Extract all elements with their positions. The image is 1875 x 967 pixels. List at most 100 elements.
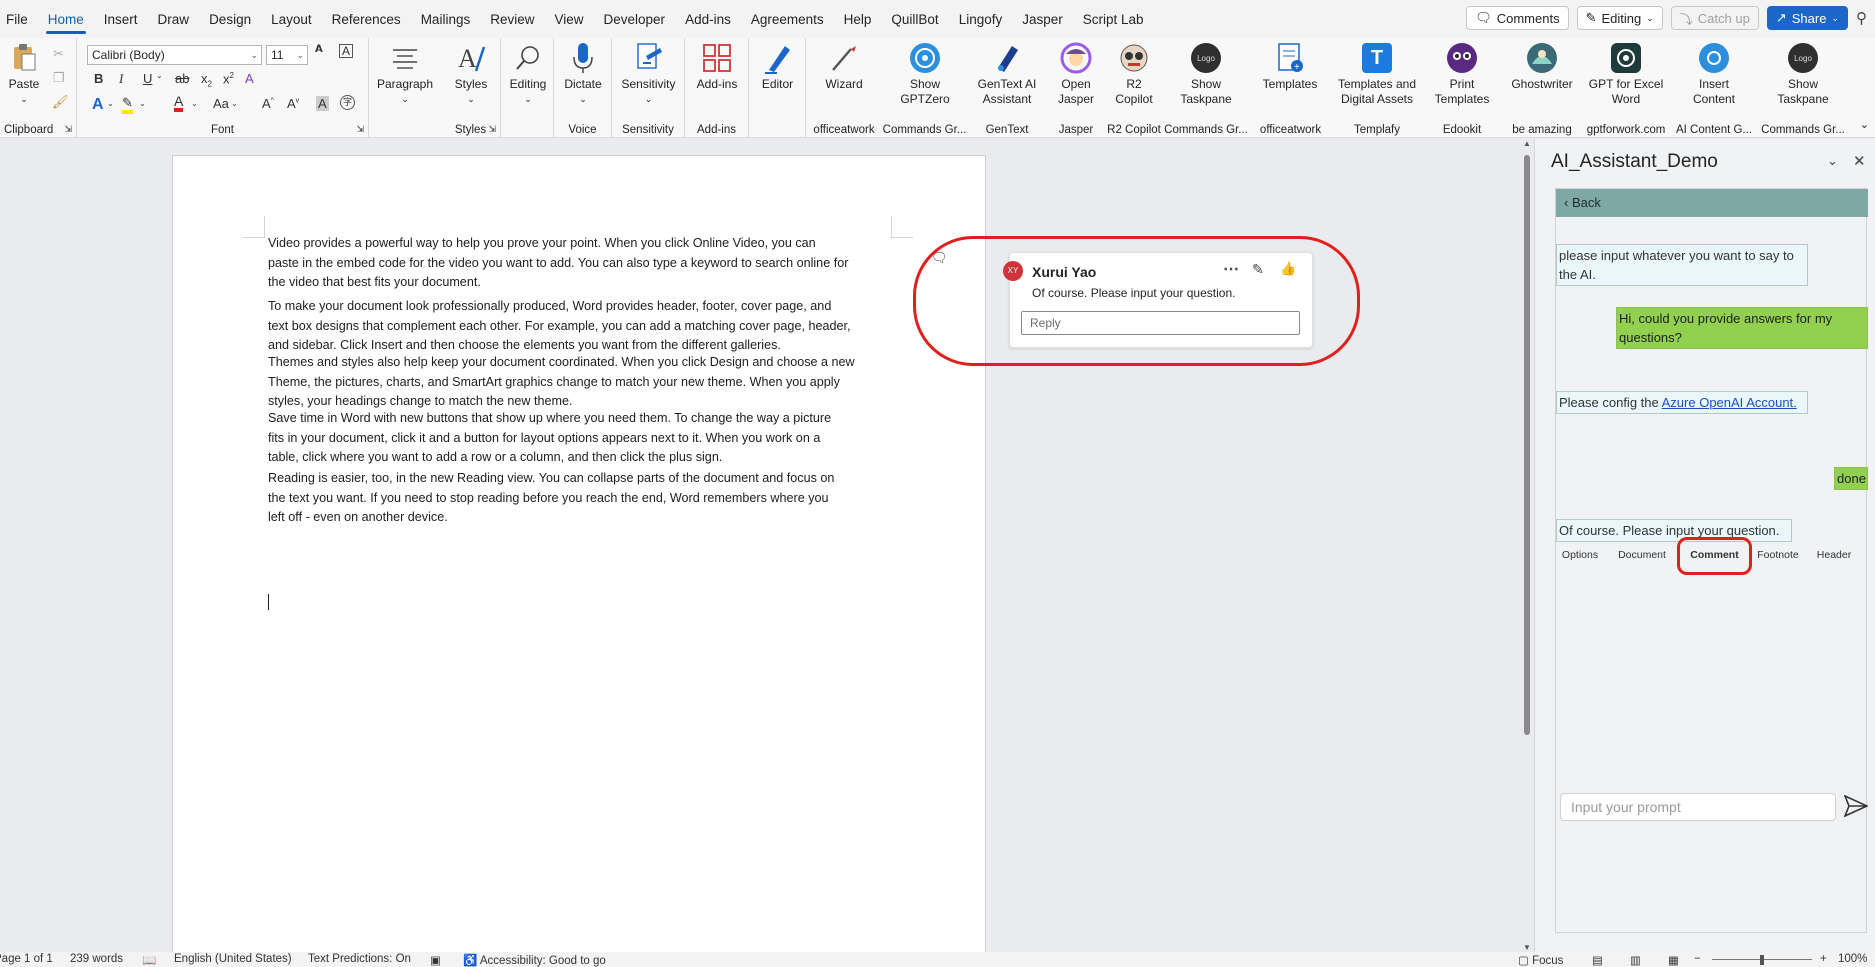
tab-insert[interactable]: Insert xyxy=(94,0,148,38)
tab-agreements[interactable]: Agreements xyxy=(741,0,834,38)
language-status[interactable]: English (United States) xyxy=(174,953,292,965)
chevron-down-icon[interactable]: ⌄ xyxy=(231,99,238,108)
show-taskpane-button-1[interactable]: Logo Show Taskpane xyxy=(1171,42,1241,107)
dialog-launcher-icon[interactable]: ⇲ xyxy=(488,124,496,135)
clear-format-icon[interactable]: A xyxy=(339,44,354,58)
web-layout-icon[interactable]: ▦ xyxy=(1668,953,1679,967)
zoom-out-icon[interactable]: − xyxy=(1694,953,1701,965)
tab-lingofy[interactable]: Lingofy xyxy=(949,0,1013,38)
document-scrollbar[interactable]: ▲ ▼ xyxy=(1520,139,1534,952)
comments-button[interactable]: 🗨 Comments xyxy=(1466,6,1569,30)
copy-icon[interactable]: ❐ xyxy=(53,70,65,86)
ribbon-collapse-icon[interactable]: ⌄ xyxy=(1860,118,1869,131)
chevron-down-icon[interactable]: ⌄ xyxy=(107,99,114,108)
document-paragraph[interactable]: Reading is easier, too, in the new Readi… xyxy=(268,469,1068,528)
sensitivity-button[interactable]: Sensitivity ⌄ xyxy=(614,42,683,107)
superscript-icon[interactable]: x2 xyxy=(223,71,234,86)
scroll-up-icon[interactable]: ▲ xyxy=(1523,139,1531,148)
read-mode-icon[interactable]: ▤ xyxy=(1592,953,1603,967)
chevron-down-icon[interactable]: ⌄ xyxy=(1827,153,1838,169)
editing-mode-button[interactable]: ✎ Editing ⌄ xyxy=(1576,6,1663,30)
scrollbar-thumb[interactable] xyxy=(1524,155,1530,735)
ghostwriter-button[interactable]: Ghostwriter xyxy=(1508,42,1576,92)
tab-references[interactable]: References xyxy=(322,0,411,38)
dictate-button[interactable]: Dictate ⌄ xyxy=(556,42,610,107)
zoom-level[interactable]: 100% xyxy=(1838,953,1867,965)
tab-options[interactable]: Options xyxy=(1556,549,1604,561)
print-templates-button[interactable]: Print Templates xyxy=(1428,42,1496,107)
chevron-down-icon[interactable]: ⌄ xyxy=(139,99,146,108)
tab-file[interactable]: File xyxy=(0,0,38,38)
tab-view[interactable]: View xyxy=(544,0,593,38)
tab-header[interactable]: Header xyxy=(1806,549,1862,561)
format-painter-icon[interactable]: 🖌 xyxy=(52,94,69,110)
share-button[interactable]: ↗ Share ⌄ xyxy=(1766,6,1848,30)
addins-button[interactable]: Add-ins xyxy=(687,42,747,92)
word-count[interactable]: 239 words xyxy=(70,953,123,965)
font-color-icon[interactable]: A xyxy=(174,94,184,112)
templafy-button[interactable]: T Templates and Digital Assets xyxy=(1334,42,1420,107)
paste-button[interactable]: Paste ⌄ xyxy=(4,42,44,107)
subscript-icon[interactable]: x2 xyxy=(201,71,212,89)
tab-draw[interactable]: Draw xyxy=(148,0,200,38)
change-case-icon[interactable]: Aa xyxy=(213,96,229,111)
bold-icon[interactable]: B xyxy=(94,71,103,86)
tab-footnote[interactable]: Footnote xyxy=(1752,549,1804,561)
cut-icon[interactable]: ✂ xyxy=(53,46,64,62)
shrink-font-icon[interactable]: Av xyxy=(287,96,299,111)
tab-mailings[interactable]: Mailings xyxy=(411,0,481,38)
show-gptzero-button[interactable]: Show GPTZero xyxy=(890,42,960,107)
gpt-for-excel-word-button[interactable]: GPT for Excel Word xyxy=(1586,42,1666,107)
templates-button[interactable]: + Templates xyxy=(1255,42,1325,92)
paragraph-button[interactable]: Paragraph ⌄ xyxy=(373,42,437,107)
zoom-in-icon[interactable]: + xyxy=(1820,953,1827,965)
grow-font-icon[interactable]: A^ xyxy=(262,96,274,111)
character-shading-icon[interactable]: A xyxy=(316,96,329,111)
gentext-button[interactable]: GenText AI Assistant xyxy=(971,42,1043,107)
page-count[interactable]: Page 1 of 1 xyxy=(0,953,53,965)
tab-script-lab[interactable]: Script Lab xyxy=(1073,0,1154,38)
text-effects-icon[interactable]: A xyxy=(92,96,104,114)
dialog-launcher-icon[interactable]: ⇲ xyxy=(64,124,72,135)
chevron-down-icon[interactable]: ⌄ xyxy=(191,99,198,108)
change-case-icon[interactable]: 𝗔 xyxy=(315,44,323,55)
strikethrough-icon[interactable]: ab xyxy=(175,71,189,86)
focus-button[interactable]: ▢ Focus xyxy=(1518,953,1563,967)
r2-copilot-button[interactable]: R2 Copilot xyxy=(1107,42,1161,107)
tab-review[interactable]: Review xyxy=(480,0,544,38)
dialog-launcher-icon[interactable]: ⇲ xyxy=(356,124,364,135)
document-paragraph[interactable]: Save time in Word with new buttons that … xyxy=(268,409,1068,468)
text-predictions-status[interactable]: Text Predictions: On xyxy=(308,953,411,965)
macro-icon[interactable]: ▣ xyxy=(430,953,441,967)
text-effects-icon[interactable]: A xyxy=(245,71,254,86)
chevron-down-icon[interactable]: ⌄ xyxy=(156,71,163,80)
catch-up-button[interactable]: ⤵ Catch up xyxy=(1670,6,1759,30)
scroll-down-icon[interactable]: ▼ xyxy=(1523,943,1531,952)
enclose-characters-icon[interactable]: 字 xyxy=(340,95,355,110)
show-taskpane-button-2[interactable]: Logo Show Taskpane xyxy=(1768,42,1838,107)
tab-add-ins[interactable]: Add-ins xyxy=(675,0,741,38)
underline-icon[interactable]: U xyxy=(143,71,152,86)
proofing-icon[interactable]: 📖 xyxy=(142,953,156,967)
tab-document[interactable]: Document xyxy=(1612,549,1672,561)
zoom-slider-thumb[interactable] xyxy=(1760,955,1764,965)
azure-openai-account-link[interactable]: Azure OpenAI Account. xyxy=(1662,395,1797,410)
font-name-select[interactable]: Calibri (Body) ⌄ xyxy=(87,45,262,65)
tab-home[interactable]: Home xyxy=(38,0,94,38)
editor-button[interactable]: Editor xyxy=(751,42,804,92)
back-button[interactable]: ‹ Back xyxy=(1556,189,1868,217)
document-page[interactable]: Video provides a powerful way to help yo… xyxy=(172,155,986,967)
tab-jasper[interactable]: Jasper xyxy=(1012,0,1073,38)
tab-help[interactable]: Help xyxy=(834,0,882,38)
insert-content-button[interactable]: Insert Content xyxy=(1678,42,1750,107)
styles-button[interactable]: A Styles ⌄ xyxy=(445,42,497,107)
tab-quillbot[interactable]: QuillBot xyxy=(881,0,948,38)
editing-button[interactable]: Editing ⌄ xyxy=(503,42,553,107)
print-layout-icon[interactable]: ▥ xyxy=(1630,953,1641,967)
document-paragraph[interactable]: Themes and styles also help keep your do… xyxy=(268,353,1068,412)
highlight-icon[interactable]: ✎ xyxy=(122,96,133,114)
person-search-icon[interactable]: ⚲ xyxy=(1856,9,1867,27)
tab-design[interactable]: Design xyxy=(199,0,261,38)
italic-icon[interactable]: I xyxy=(119,71,123,87)
close-icon[interactable]: ✕ xyxy=(1853,152,1866,170)
